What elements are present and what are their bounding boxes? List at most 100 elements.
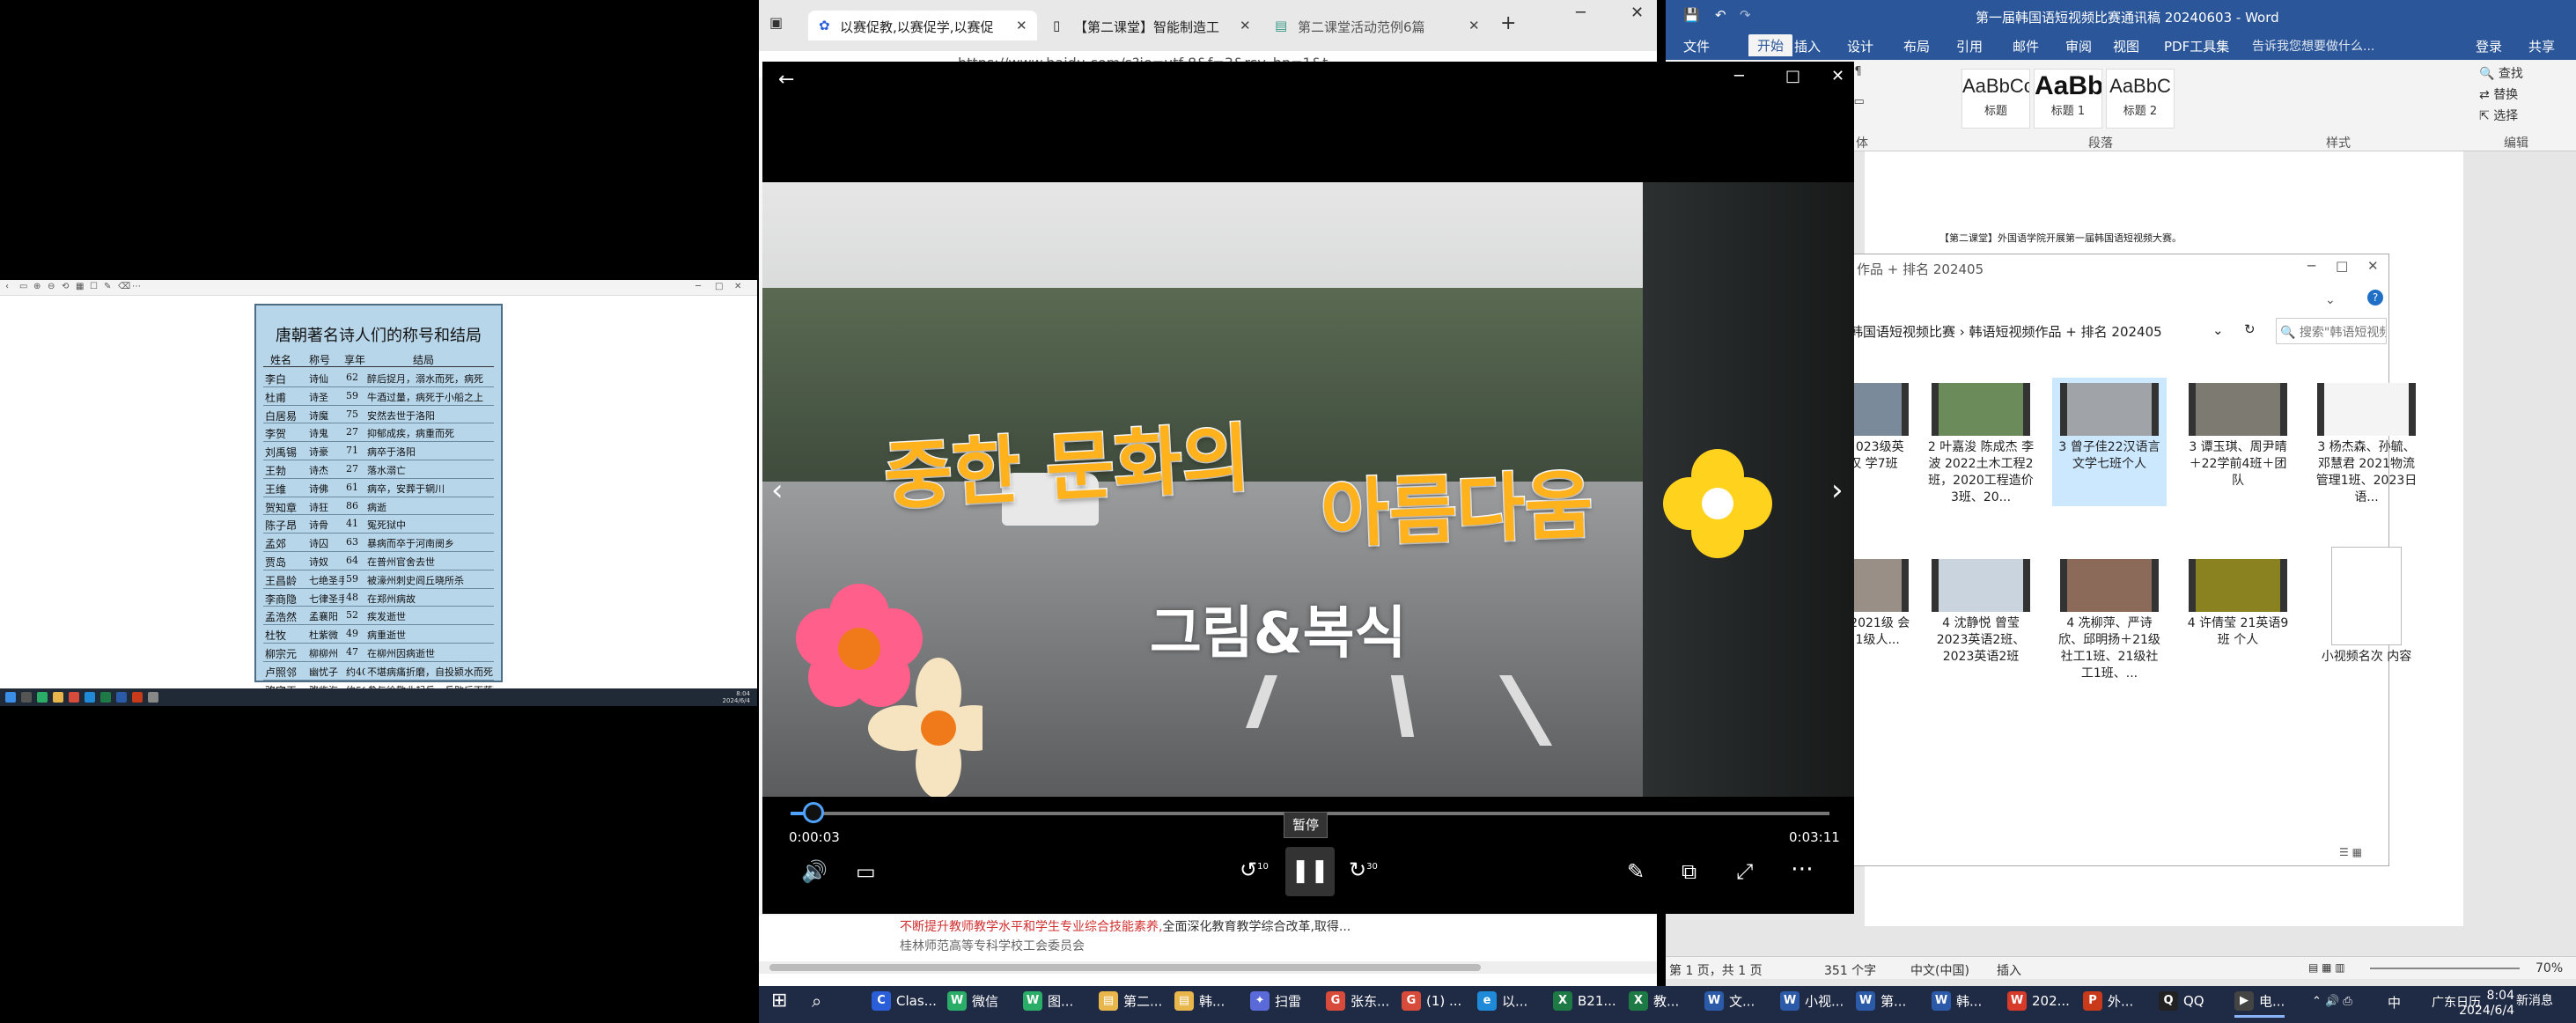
close-icon[interactable]: ✕ xyxy=(2367,258,2379,274)
viewer-tool-icon[interactable]: ▭ xyxy=(19,282,27,291)
taskbar-app[interactable]: W 第... xyxy=(1856,991,1906,1018)
forward-icon[interactable]: ↻30 xyxy=(1349,857,1378,882)
back-arrow-icon[interactable]: ← xyxy=(778,69,794,91)
explorer-address-bar[interactable]: 韩国语短视频比赛 › 韩语短视频作品 + 排名 202405 ⌄ ↻ 🔍 搜索"… xyxy=(1850,316,2390,346)
close-tab-icon[interactable]: ✕ xyxy=(1016,18,1027,33)
close-tab-icon[interactable]: ✕ xyxy=(1468,18,1480,33)
close-window-icon[interactable]: ✕ xyxy=(1630,4,1644,22)
minimize-icon[interactable]: ─ xyxy=(696,282,701,291)
taskbar-app[interactable]: e 以... xyxy=(1477,991,1527,1018)
menu-2[interactable]: 插入 xyxy=(1794,37,1821,55)
volume-icon[interactable]: 🔊 xyxy=(801,859,828,884)
next-icon[interactable]: › xyxy=(1831,473,1844,508)
maximize-icon[interactable]: □ xyxy=(715,282,723,291)
start-icon[interactable]: ⊞ xyxy=(771,990,787,1016)
zoom-slider[interactable] xyxy=(2370,968,2520,969)
taskbar-app[interactable]: W 韩... xyxy=(1932,991,1982,1018)
zoom-level[interactable]: 70% xyxy=(2536,961,2563,975)
taskbar-app[interactable]: W 微信 xyxy=(947,991,998,1018)
maximize-icon[interactable]: □ xyxy=(1785,67,1800,85)
ppt-icon[interactable] xyxy=(132,692,143,703)
taskbar-app[interactable]: ✦ 扫雷 xyxy=(1250,991,1301,1018)
excel-icon[interactable] xyxy=(100,692,111,703)
taskbar-app[interactable]: W 图... xyxy=(1023,991,1073,1018)
taskbar-app[interactable]: G 张东... xyxy=(1326,991,1389,1018)
find-button[interactable]: 🔍 查找 xyxy=(2479,63,2523,85)
minimize-icon[interactable]: ─ xyxy=(2307,258,2315,274)
chrome-icon[interactable] xyxy=(69,692,79,703)
tab-actions-icon[interactable]: ▣ xyxy=(769,14,783,31)
fullscreen-icon[interactable]: ⤢ xyxy=(1736,859,1753,884)
search-icon[interactable]: ⌕ xyxy=(812,990,821,1017)
taskbar-app[interactable]: X 教... xyxy=(1629,991,1679,1018)
viewer-tool-icon[interactable]: ▦ xyxy=(76,282,84,291)
notification-text[interactable]: 新消息 xyxy=(2516,991,2553,1018)
more-options-icon[interactable]: ⋯ xyxy=(1791,856,1814,882)
select-button[interactable]: ⇱ 选择 xyxy=(2479,106,2523,127)
mini-player-icon[interactable]: ⧉ xyxy=(1682,859,1696,884)
tell-me-search[interactable]: 告诉我您想要做什么... xyxy=(2252,37,2374,55)
chevron-down-icon[interactable]: ⌄ xyxy=(2325,293,2336,307)
edge-icon[interactable] xyxy=(85,692,95,703)
minimize-icon[interactable]: ─ xyxy=(1734,67,1744,85)
folder-icon[interactable] xyxy=(53,692,63,703)
file-item[interactable]: 3 谭玉琪、周尹晴＋22学前4班＋团队 xyxy=(2181,378,2295,506)
tray-icons[interactable]: ⌃ 🔊 ⎙ xyxy=(2312,995,2352,1021)
maximize-icon[interactable]: □ xyxy=(2336,258,2348,274)
seek-handle[interactable] xyxy=(803,802,824,823)
menu-1[interactable]: 开始 xyxy=(1748,34,1793,56)
style-heading-2[interactable]: AaBbC 标题 2 xyxy=(2106,69,2175,129)
file-item[interactable]: 3 曾子佳22汉语言文学七班个人 xyxy=(2052,378,2167,506)
file-item[interactable]: 4 冼柳萍、严诗欣、邱明扬＋21级社工1班、21级社工1班、... xyxy=(2052,554,2167,682)
login-button[interactable]: 登录 xyxy=(2476,37,2502,55)
taskbar-app[interactable]: W 文... xyxy=(1704,991,1755,1018)
taskbar-app[interactable]: W 202... xyxy=(2007,991,2070,1018)
menu-4[interactable]: 布局 xyxy=(1903,37,1930,55)
rewind-icon[interactable]: ↺10 xyxy=(1240,857,1269,882)
menu-9[interactable]: PDF工具集 xyxy=(2164,37,2229,55)
scrollbar-thumb[interactable] xyxy=(769,964,1481,971)
file-item[interactable]: 3 杨杰森、孙毓、邓慧君 2021物流管理1班、2023日语... xyxy=(2309,378,2424,506)
tab-active[interactable]: ✿ 以赛促教,以赛促学,以赛促 ✕ xyxy=(808,11,1037,40)
tab-3[interactable]: ▤ 第二课堂活动范例6篇 ✕ xyxy=(1264,11,1490,40)
chevron-down-icon[interactable]: ⌄ xyxy=(2212,322,2224,338)
share-button[interactable]: 共享 xyxy=(2528,37,2555,55)
menu-7[interactable]: 审阅 xyxy=(2065,37,2092,55)
taskbar-clock[interactable]: 8:04 2024/6/4 xyxy=(2459,989,2514,1019)
redo-icon[interactable]: ↷ xyxy=(1740,7,1751,23)
viewer-tool-icon[interactable]: ⌫ xyxy=(118,282,130,291)
explorer-path[interactable]: 韩国语短视频比赛 › 韩语短视频作品 + 排名 202405 xyxy=(1850,322,2162,341)
minimize-icon[interactable]: ─ xyxy=(1576,4,1586,22)
search-icon[interactable] xyxy=(21,692,32,703)
snippet-source[interactable]: 桂林师范高等专科学校工会委员会 xyxy=(900,937,1085,954)
file-item[interactable]: 2 叶嘉浚 陈成杰 李波 2022土木工程2班，2020工程造价3班、20... xyxy=(1924,378,2038,506)
previous-icon[interactable]: ‹ xyxy=(771,473,784,508)
taskbar-app[interactable]: C Clas... xyxy=(872,991,937,1018)
menu-8[interactable]: 视图 xyxy=(2113,37,2139,55)
edit-pencil-icon[interactable]: ✎ xyxy=(1627,859,1645,884)
menu-0[interactable]: 文件 xyxy=(1683,37,1710,55)
style-heading[interactable]: AaBbCcI 标题 xyxy=(1961,69,2030,129)
menu-6[interactable]: 邮件 xyxy=(2013,37,2039,55)
close-icon[interactable]: ✕ xyxy=(1831,67,1844,85)
pause-button[interactable]: ❚❚ xyxy=(1285,847,1335,896)
word-icon[interactable] xyxy=(116,692,127,703)
help-icon[interactable]: ? xyxy=(2367,290,2383,305)
save-icon[interactable]: 💾 xyxy=(1683,7,1700,23)
close-tab-icon[interactable]: ✕ xyxy=(1240,18,1251,33)
ime-indicator[interactable]: 中 xyxy=(2388,993,2401,1019)
taskbar-app[interactable]: ▤ 第二... xyxy=(1099,991,1162,1018)
app-icon[interactable] xyxy=(148,692,158,703)
file-item[interactable]: 4 许倩莹 21英语9班 个人 xyxy=(2181,554,2295,682)
viewer-tool-icon[interactable]: ✎ xyxy=(104,282,111,291)
file-item[interactable]: 4 沈静悦 曾莹 2023英语2班、2023英语2班 xyxy=(1924,554,2038,682)
wechat-icon[interactable] xyxy=(37,692,48,703)
viewer-tool-icon[interactable]: ☐ xyxy=(90,282,98,291)
taskbar-app[interactable]: ▶ 电... xyxy=(2234,991,2285,1018)
viewer-tool-icon[interactable]: ⋯ xyxy=(132,282,141,291)
view-icons[interactable]: ▤ ▦ ▥ xyxy=(2308,961,2345,974)
undo-icon[interactable]: ↶ xyxy=(1715,7,1726,23)
style-heading-1[interactable]: AaBb 标题 1 xyxy=(2034,69,2102,129)
file-item[interactable]: 小视频名次 内容 xyxy=(2309,541,2424,716)
viewer-tool-icon[interactable]: ⊕ xyxy=(33,282,40,291)
